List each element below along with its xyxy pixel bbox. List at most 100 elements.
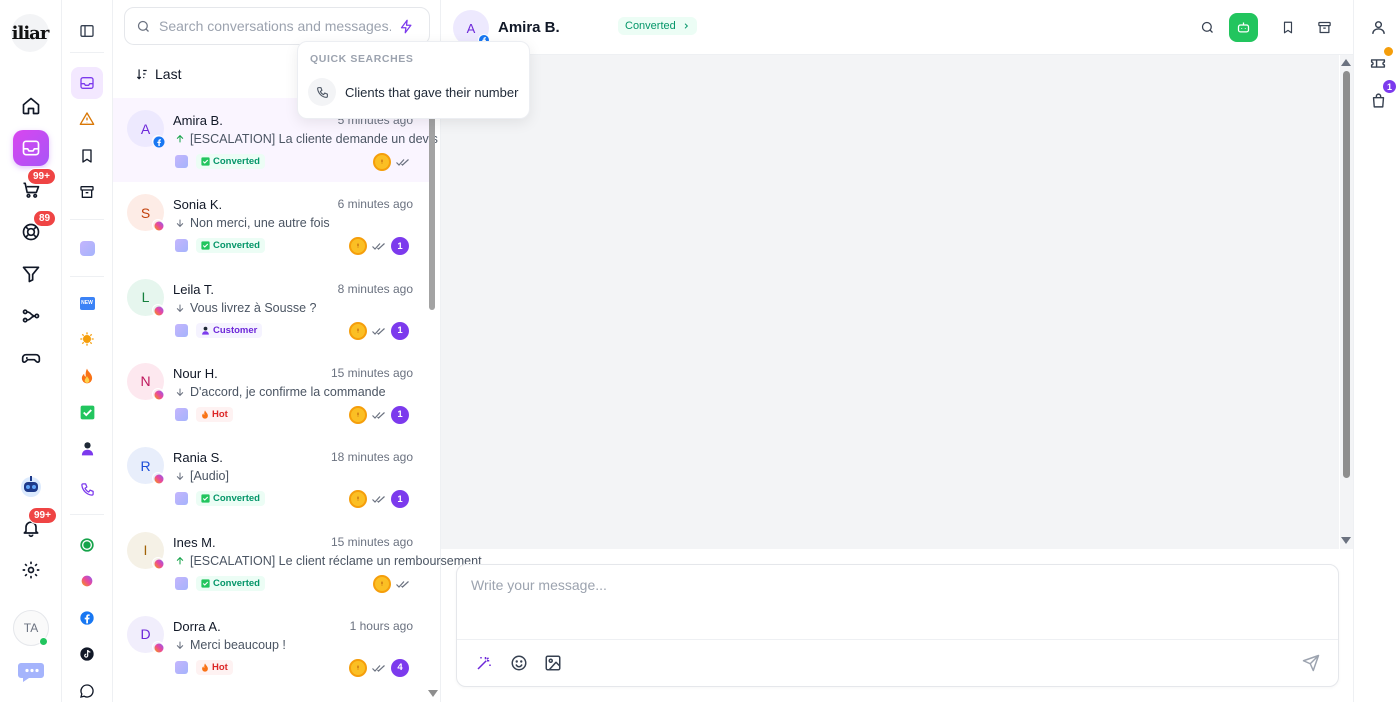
conversation-list-panel: Last ed QUICK SEARCHES Clients that gave… [113,0,530,702]
conversation-item[interactable]: S Sonia K. 6 minutes ago Non merci, une … [113,182,429,266]
inbox-filter-icon[interactable] [71,67,103,99]
chat-header: A Amira B. Converted [441,0,1353,55]
message-text: Vous livrez à Sousse ? [190,300,317,315]
instagram-icon [152,472,164,485]
sun-label-icon[interactable] [71,323,103,355]
instagram-icon [152,556,164,569]
bot-mascot-icon[interactable] [13,468,49,504]
whatsapp-icon[interactable] [71,529,103,561]
panel-toggle-icon[interactable] [71,15,103,47]
inbox-icon[interactable] [13,130,49,166]
ai-icon [175,492,188,506]
warning-icon[interactable] [71,103,103,135]
timestamp: 6 minutes ago [337,197,413,212]
sort-icon [135,67,149,81]
status-tag[interactable]: Converted [196,491,265,507]
customer-tag-icon [201,326,210,335]
bookmark-icon[interactable] [71,140,103,172]
row-actions: 1 [349,490,409,509]
image-icon[interactable] [542,652,564,674]
app-root: iliar 99+ 89 99+ TA NEW Search conversat… [0,0,1400,702]
ai-bot-toggle[interactable] [1229,13,1258,42]
status-tag[interactable]: Converted [196,575,265,591]
workflow-icon[interactable] [13,298,49,334]
ai-filter-icon[interactable] [71,232,103,264]
conversation-item[interactable]: I Ines M. 15 minutes ago [ESCALATION] Le… [113,520,482,604]
contact-name: Rania S. [173,450,223,466]
emoji-icon[interactable] [508,652,530,674]
conversation-item[interactable]: N Nour H. 15 minutes ago D'accord, je co… [113,351,429,435]
conversation-item[interactable]: D Dorra A. 1 hours ago Merci beaucoup ! … [113,604,429,688]
status-tag[interactable]: Converted [196,154,265,169]
sort-control[interactable]: Last [135,66,181,82]
user-profile-icon[interactable] [1366,15,1390,39]
scroll-down-arrow[interactable] [428,690,438,697]
app-logo[interactable]: iliar [11,14,49,52]
unread-count: 1 [391,321,409,340]
contact-name: Nour H. [173,365,218,381]
status-pill[interactable]: Converted [618,17,697,35]
new-label-icon[interactable]: NEW [71,287,103,319]
message-text: D'accord, je confirme la commande [190,384,386,399]
scroll-thumb[interactable] [1343,71,1350,478]
chat-scrollbar[interactable] [1340,55,1353,549]
unread-count: 4 [391,658,409,677]
search-bar[interactable] [124,7,430,45]
status-tag[interactable]: Converted [196,238,265,254]
scroll-down-arrow[interactable] [1341,537,1351,544]
check-label-icon[interactable] [71,396,103,428]
converted-tag-icon [201,157,210,166]
funnel-icon[interactable] [13,256,49,292]
search-chat-icon[interactable] [1196,16,1218,38]
filter-sidebar: NEW [62,0,113,702]
ai-icon [175,239,188,253]
send-icon[interactable] [1300,652,1322,674]
message-preview: [ESCALATION] Le client réclame un rembou… [175,554,482,568]
row-actions: 1 [349,405,409,424]
tag-label: Converted [213,493,260,505]
search-input[interactable] [159,18,391,34]
list-scrollbar[interactable] [429,116,435,310]
fire-label-icon[interactable] [71,360,103,392]
instagram-icon[interactable] [71,565,103,597]
status-tag[interactable]: Hot [196,406,233,422]
lightning-icon[interactable] [399,19,414,34]
magic-wand-icon[interactable] [473,652,495,674]
customer-label-icon[interactable] [71,432,103,464]
tag-label: Hot [212,661,228,673]
incoming-arrow-icon [176,641,184,649]
quick-search-item[interactable]: Clients that gave their number [308,78,518,106]
coin-icon[interactable] [349,490,367,509]
coin-icon[interactable] [349,405,367,424]
status-tag[interactable]: Hot [196,659,233,675]
status-tag[interactable]: Customer [196,322,263,338]
phone-filter-icon[interactable] [71,473,103,505]
gamepad-icon[interactable] [13,340,49,376]
coin-icon[interactable] [373,153,391,171]
archive-chat-icon[interactable] [1313,16,1335,38]
ai-icon [175,407,188,421]
contact-name: Ines M. [173,534,216,550]
message-input[interactable] [471,577,1311,627]
messenger-icon[interactable] [71,675,103,702]
message-preview: Non merci, une autre fois [175,216,330,230]
home-icon[interactable] [13,88,49,124]
message-area[interactable] [441,55,1339,549]
coin-icon[interactable] [349,237,367,256]
tiktok-icon[interactable] [71,638,103,670]
conversation-item[interactable]: L Leila T. 8 minutes ago Vous livrez à S… [113,267,429,351]
settings-icon[interactable] [13,552,49,588]
coin-icon[interactable] [373,574,391,593]
row-actions [373,574,410,593]
chat-bubble-brand-icon[interactable] [13,654,49,690]
bookmark-chat-icon[interactable] [1277,16,1299,38]
contact-name: Sonia K. [173,197,223,213]
scroll-up-arrow[interactable] [1341,59,1351,66]
coin-icon[interactable] [349,321,367,340]
facebook-icon[interactable] [71,602,103,634]
incoming-arrow-icon [176,388,184,396]
divider [70,276,104,277]
coin-icon[interactable] [349,658,367,677]
archive-icon[interactable] [71,176,103,208]
conversation-item[interactable]: R Rania S. 18 minutes ago [Audio] Conver… [113,435,429,519]
